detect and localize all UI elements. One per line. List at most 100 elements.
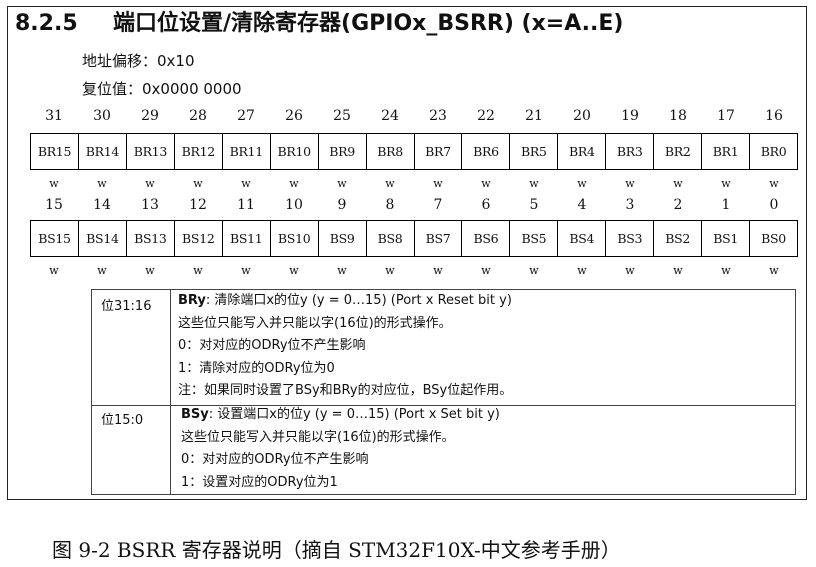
bit-number: 21 xyxy=(525,108,543,124)
bit-number: 29 xyxy=(141,108,159,124)
description-line: 0：对对应的ODRy位不产生影响 xyxy=(178,338,366,353)
access-type: w xyxy=(625,177,635,190)
description-high: BRy: 清除端口x的位y (y = 0…15) (Port x Reset b… xyxy=(178,290,512,403)
field-name: BSy xyxy=(181,407,209,422)
bit-numbers-high: 31 30 29 28 27 26 25 24 23 22 21 20 19 18 17 16 xyxy=(30,108,798,124)
register-bit-cell: BR5 xyxy=(509,134,557,169)
bit-number: 30 xyxy=(93,108,111,124)
section-title: 端口位设置/清除寄存器(GPIOx_BSRR) (x=A..E) xyxy=(113,11,624,36)
register-bit-cell: BS10 xyxy=(269,221,318,256)
bit-number: 3 xyxy=(625,197,635,213)
bit-number: 1 xyxy=(721,197,731,213)
bit-number: 20 xyxy=(573,108,591,124)
access-type: w xyxy=(577,264,587,277)
register-bit-cell: BR9 xyxy=(317,134,366,169)
register-bit-cell: BR14 xyxy=(77,134,126,169)
bit-number: 4 xyxy=(577,197,587,213)
bit-number: 22 xyxy=(477,108,495,124)
register-bit-cell: BS8 xyxy=(365,221,414,256)
access-type: w xyxy=(625,264,635,277)
register-bit-cell: BR10 xyxy=(269,134,318,169)
bit-number: 9 xyxy=(337,197,347,213)
access-type: w xyxy=(193,177,203,190)
bit-number: 18 xyxy=(669,108,687,124)
register-bit-cell: BS5 xyxy=(509,221,557,256)
description-line: 1：清除对应的ODRy位为0 xyxy=(178,360,335,376)
bit-number: 7 xyxy=(433,197,443,213)
register-bit-cell: BS6 xyxy=(461,221,509,256)
access-row-high: wwwwwwwwwwwwwwww xyxy=(30,177,798,190)
register-bit-cell: BS2 xyxy=(653,221,701,256)
section-heading: 8.2.5 端口位设置/清除寄存器(GPIOx_BSRR) (x=A..E) xyxy=(15,9,623,39)
access-type: w xyxy=(337,177,347,190)
access-type: w xyxy=(145,264,155,277)
register-bit-cell: BS0 xyxy=(749,221,797,256)
bit-numbers-low: 15 14 13 12 11 10 9 8 7 6 5 4 3 2 1 0 xyxy=(30,197,798,213)
access-type: w xyxy=(241,264,251,277)
figure-caption: 图 9-2 BSRR 寄存器说明（摘自 STM32F10X-中文参考手册） xyxy=(52,538,621,562)
bit-number: 10 xyxy=(285,197,303,213)
access-type: w xyxy=(49,177,59,190)
description-line: 1：设置对应的ODRy位为1 xyxy=(181,474,338,490)
register-bit-cell: BR1 xyxy=(701,134,749,169)
access-type: w xyxy=(433,177,443,190)
access-type: w xyxy=(337,264,347,277)
register-bit-cell: BS1 xyxy=(701,221,749,256)
bit-number: 26 xyxy=(285,108,303,124)
register-bit-cell: BS9 xyxy=(317,221,366,256)
access-type: w xyxy=(241,177,251,190)
description-line: 这些位只能写入并只能以字(16位)的形式操作。 xyxy=(178,315,452,331)
register-bit-cell: BR15 xyxy=(37,144,72,159)
access-type: w xyxy=(97,177,107,190)
reset-value: 复位值：0x0000 0000 xyxy=(82,78,242,99)
register-bit-cell: BR4 xyxy=(557,134,605,169)
bit-number: 19 xyxy=(621,108,639,124)
access-row-low: wwwwwwwwwwwwwwww xyxy=(30,264,798,277)
register-bit-cell: BR0 xyxy=(749,134,797,169)
access-type: w xyxy=(577,177,587,190)
access-type: w xyxy=(769,264,779,277)
bit-number: 16 xyxy=(765,108,783,124)
access-type: w xyxy=(289,264,299,277)
register-row-high: BR15 BR14 BR13 BR12 BR11 BR10 BR9 BR8 BR7 BR6 BR5 B… xyxy=(30,133,798,170)
access-type: w xyxy=(769,177,779,190)
address-offset-value: 0x10 xyxy=(157,52,195,70)
bit-number: 31 xyxy=(45,108,63,124)
register-row-low: BS15 BS14 BS13 BS12 BS11 BS10 BS9 BS8 BS7 BS6 BS5 B… xyxy=(30,220,798,257)
bit-range-high: 位31:16 xyxy=(101,299,152,314)
field-description-table: 位31:16 BRy: 清除端口x的位y (y = 0…15) (Port x … xyxy=(91,289,796,495)
access-type: w xyxy=(385,177,395,190)
description-low: BSy: 设置端口x的位y (y = 0…15) (Port x Set bit… xyxy=(181,404,500,494)
field-summary: : 清除端口x的位y (y = 0…15) (Port x Reset bit … xyxy=(205,293,512,308)
bit-number: 13 xyxy=(141,197,159,213)
access-type: w xyxy=(145,177,155,190)
bit-number: 24 xyxy=(381,108,399,124)
access-type: w xyxy=(289,177,299,190)
access-type: w xyxy=(481,177,491,190)
bit-number: 11 xyxy=(237,197,255,213)
bit-number: 8 xyxy=(385,197,395,213)
access-type: w xyxy=(721,264,731,277)
register-bit-cell: BR3 xyxy=(605,134,653,169)
field-name: BRy xyxy=(178,293,206,308)
bit-number: 0 xyxy=(769,197,779,213)
description-line: 0：对对应的ODRy位不产生影响 xyxy=(181,452,369,467)
register-bit-cell: BS11 xyxy=(221,221,270,256)
access-type: w xyxy=(49,264,59,277)
bit-number: 12 xyxy=(189,197,207,213)
reset-value-label: 复位值： xyxy=(82,80,143,98)
address-offset-label: 地址偏移： xyxy=(82,52,158,70)
reset-value-value: 0x0000 0000 xyxy=(142,80,242,98)
description-summary: BSy: 设置端口x的位y (y = 0…15) (Port x Set bit… xyxy=(181,404,500,427)
bit-number: 5 xyxy=(529,197,539,213)
bit-number: 25 xyxy=(333,108,351,124)
bit-number: 28 xyxy=(189,108,207,124)
register-bit-cell: BS15 xyxy=(38,231,71,246)
description-summary: BRy: 清除端口x的位y (y = 0…15) (Port x Reset b… xyxy=(178,290,512,313)
access-type: w xyxy=(433,264,443,277)
bit-number: 27 xyxy=(237,108,255,124)
table-column-divider xyxy=(170,290,171,494)
field-summary: : 设置端口x的位y (y = 0…15) (Port x Set bit y) xyxy=(208,407,500,422)
register-bit-cell: BR12 xyxy=(173,134,222,169)
bit-number: 6 xyxy=(481,197,491,213)
